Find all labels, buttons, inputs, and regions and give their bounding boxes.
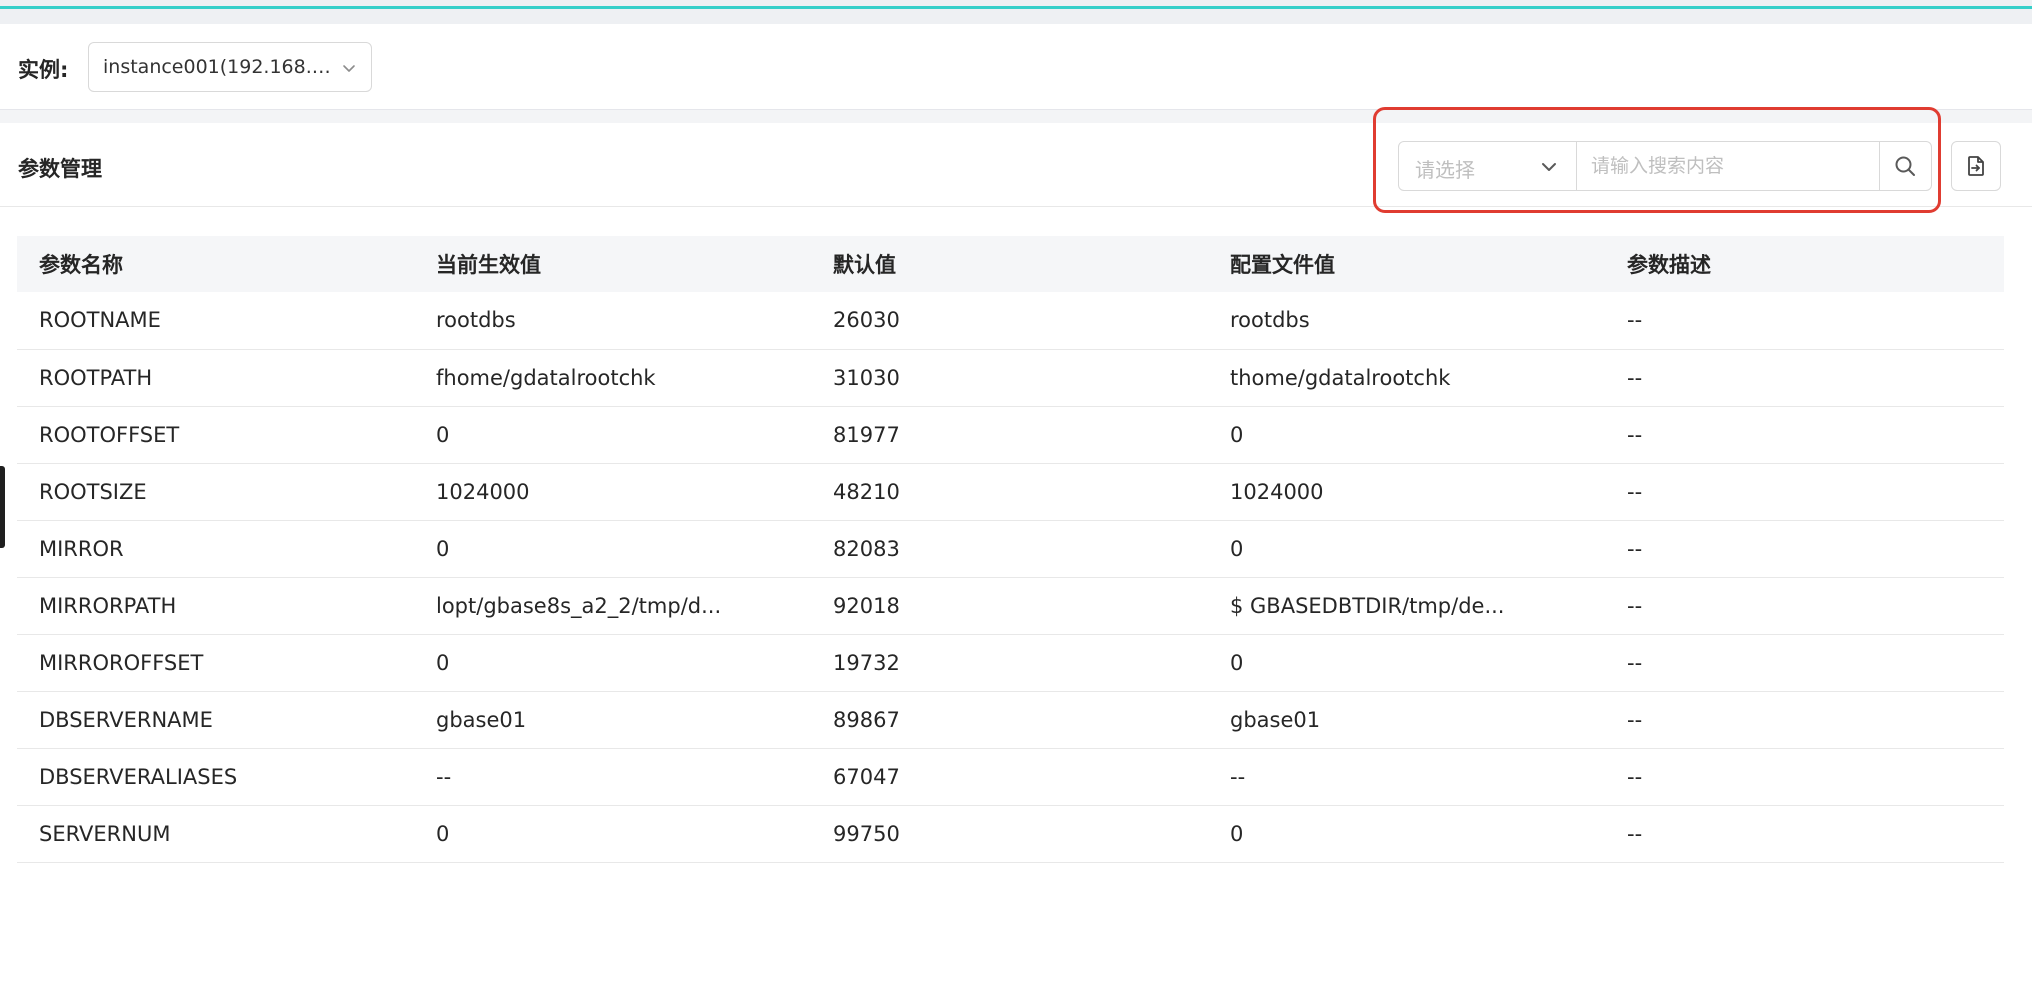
config-value-cell: $ GBASEDBTDIR/tmp/de... (1208, 577, 1605, 635)
param-name-cell: ROOTSIZE (17, 463, 414, 521)
chevron-down-icon (1542, 163, 1556, 171)
table-row[interactable]: DBSERVERALIASES -- 67047 -- -- (17, 748, 2004, 806)
param-name-cell: ROOTOFFSET (17, 406, 414, 464)
param-name-cell: ROOTNAME (17, 292, 414, 350)
config-value-cell: 0 (1208, 805, 1605, 863)
description-cell: -- (1605, 691, 2004, 749)
parameter-table: 参数名称 当前生效值 默认值 配置文件值 参数描述 ROOTNAME rootd… (17, 236, 2004, 863)
column-header: 参数名称 (17, 236, 414, 292)
param-name-cell: SERVERNUM (17, 805, 414, 863)
search-button[interactable] (1879, 142, 1931, 190)
current-value-cell: 1024000 (414, 463, 811, 521)
export-button[interactable] (1951, 141, 2001, 191)
search-input[interactable] (1577, 142, 1879, 190)
description-cell: -- (1605, 349, 2004, 407)
top-accent-line (0, 6, 2032, 9)
description-cell: -- (1605, 292, 2004, 350)
table-header-row: 参数名称 当前生效值 默认值 配置文件值 参数描述 (17, 236, 2004, 292)
instance-select[interactable]: instance001(192.168.… (88, 42, 372, 92)
param-name-cell: ROOTPATH (17, 349, 414, 407)
param-name-cell: DBSERVERNAME (17, 691, 414, 749)
current-value-cell: 0 (414, 520, 811, 578)
page-title: 参数管理 (18, 157, 102, 181)
param-name-cell: MIRROROFFSET (17, 634, 414, 692)
config-value-cell: thome/gdatalrootchk (1208, 349, 1605, 407)
table-row[interactable]: MIRROR 0 82083 0 -- (17, 520, 2004, 578)
description-cell: -- (1605, 805, 2004, 863)
table-row[interactable]: ROOTPATH fhome/gdatalrootchk 31030 thome… (17, 349, 2004, 407)
side-drawer-handle[interactable] (0, 466, 5, 548)
config-value-cell: 0 (1208, 634, 1605, 692)
column-header: 默认值 (811, 236, 1208, 292)
description-cell: -- (1605, 577, 2004, 635)
export-file-icon (1968, 156, 1984, 176)
param-name-cell: MIRROR (17, 520, 414, 578)
default-value-cell: 48210 (811, 463, 1208, 521)
current-value-cell: 0 (414, 406, 811, 464)
config-value-cell: rootdbs (1208, 292, 1605, 350)
default-value-cell: 81977 (811, 406, 1208, 464)
current-value-cell: 0 (414, 805, 811, 863)
default-value-cell: 19732 (811, 634, 1208, 692)
instance-select-value: instance001(192.168.… (103, 56, 331, 78)
description-cell: -- (1605, 463, 2004, 521)
search-icon (1895, 156, 1915, 176)
current-value-cell: lopt/gbase8s_a2_2/tmp/d... (414, 577, 811, 635)
current-value-cell: gbase01 (414, 691, 811, 749)
filter-select[interactable]: 请选择 (1399, 142, 1577, 190)
panel-header: 参数管理 请选择 (0, 107, 2032, 213)
config-value-cell: -- (1208, 748, 1605, 806)
description-cell: -- (1605, 634, 2004, 692)
config-value-cell: gbase01 (1208, 691, 1605, 749)
column-header: 配置文件值 (1208, 236, 1605, 292)
table-row[interactable]: DBSERVERNAME gbase01 89867 gbase01 -- (17, 691, 2004, 749)
search-filter-group: 请选择 (1398, 141, 1932, 191)
instance-selector-card: 实例: instance001(192.168.… (0, 24, 2032, 110)
description-cell: -- (1605, 406, 2004, 464)
default-value-cell: 26030 (811, 292, 1208, 350)
param-name-cell: DBSERVERALIASES (17, 748, 414, 806)
table-row[interactable]: SERVERNUM 0 99750 0 -- (17, 805, 2004, 863)
default-value-cell: 31030 (811, 349, 1208, 407)
config-value-cell: 1024000 (1208, 463, 1605, 521)
current-value-cell: 0 (414, 634, 811, 692)
table-row[interactable]: MIRROROFFSET 0 19732 0 -- (17, 634, 2004, 692)
column-header: 当前生效值 (414, 236, 811, 292)
instance-label: 实例: (18, 58, 69, 82)
chevron-down-icon (343, 65, 355, 72)
top-strip (0, 0, 2032, 24)
default-value-cell: 92018 (811, 577, 1208, 635)
description-cell: -- (1605, 748, 2004, 806)
table-row[interactable]: ROOTSIZE 1024000 48210 1024000 -- (17, 463, 2004, 521)
current-value-cell: rootdbs (414, 292, 811, 350)
default-value-cell: 99750 (811, 805, 1208, 863)
column-header: 参数描述 (1605, 236, 2004, 292)
default-value-cell: 82083 (811, 520, 1208, 578)
config-value-cell: 0 (1208, 520, 1605, 578)
default-value-cell: 67047 (811, 748, 1208, 806)
table-row[interactable]: ROOTOFFSET 0 81977 0 -- (17, 406, 2004, 464)
current-value-cell: -- (414, 748, 811, 806)
filter-select-placeholder: 请选择 (1415, 158, 1475, 182)
table-row[interactable]: ROOTNAME rootdbs 26030 rootdbs -- (17, 292, 2004, 350)
default-value-cell: 89867 (811, 691, 1208, 749)
description-cell: -- (1605, 520, 2004, 578)
config-value-cell: 0 (1208, 406, 1605, 464)
current-value-cell: fhome/gdatalrootchk (414, 349, 811, 407)
param-name-cell: MIRRORPATH (17, 577, 414, 635)
table-row[interactable]: MIRRORPATH lopt/gbase8s_a2_2/tmp/d... 92… (17, 577, 2004, 635)
